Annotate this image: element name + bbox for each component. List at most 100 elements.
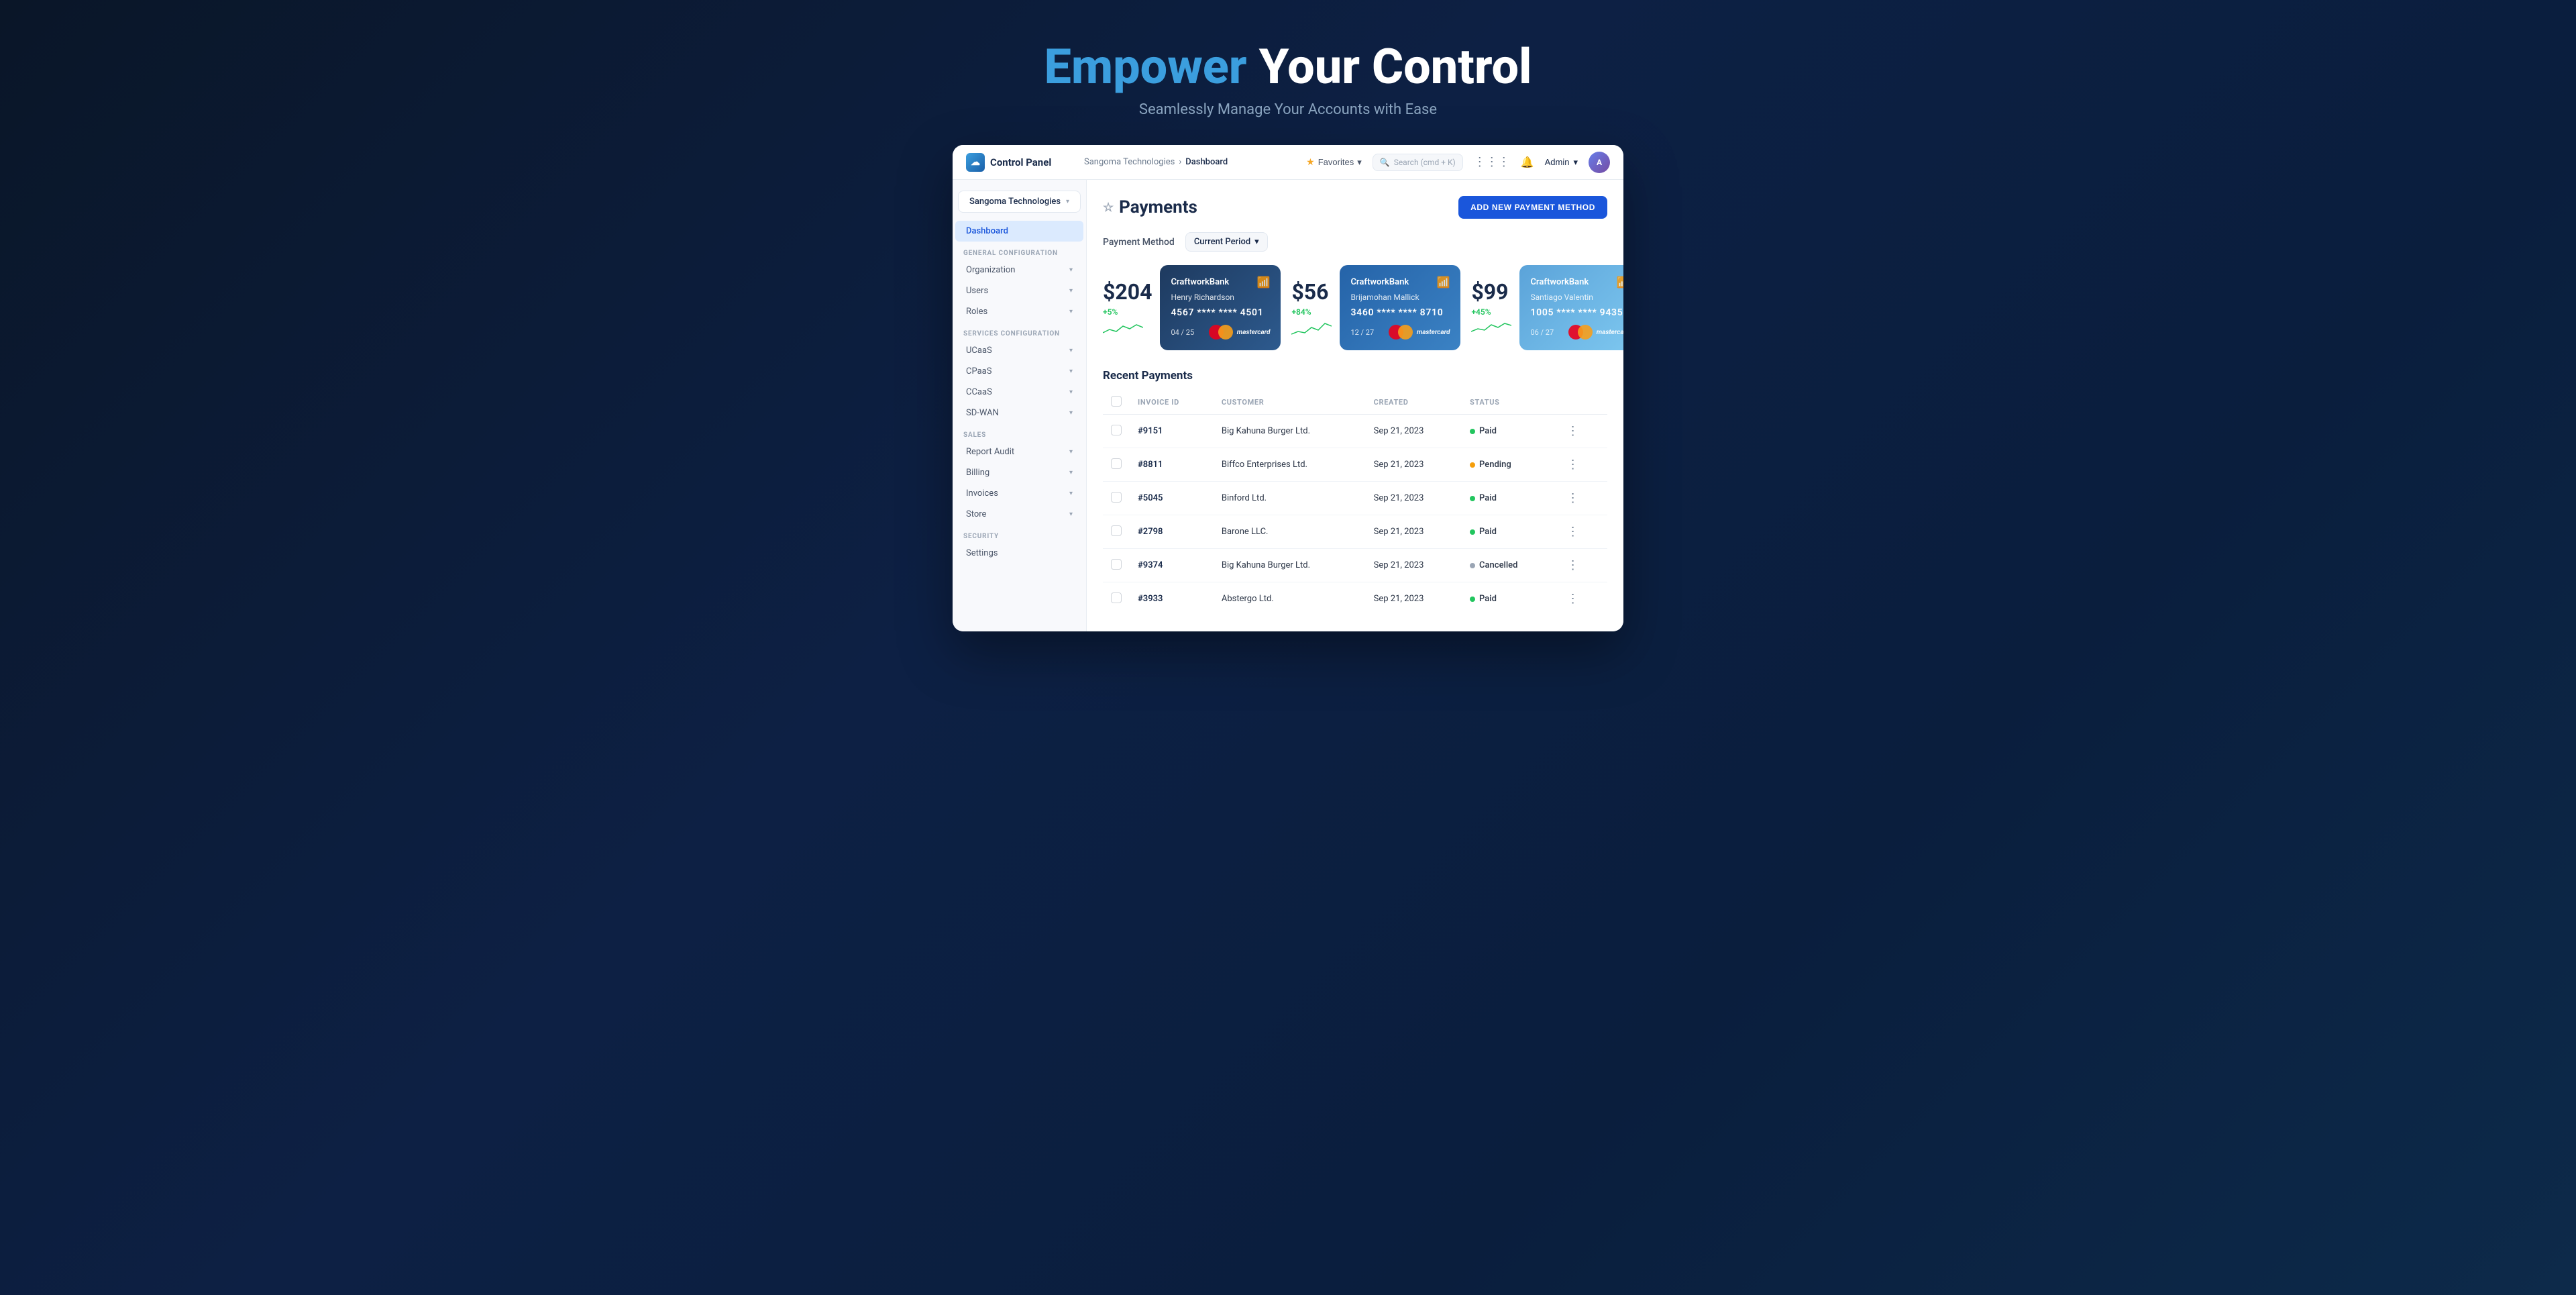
row-check-cell <box>1103 549 1130 582</box>
mc-brand-2: mastercard <box>1417 329 1450 336</box>
sidebar-item-billing[interactable]: Billing ▾ <box>955 462 1083 483</box>
sidebar-item-settings[interactable]: Settings <box>955 543 1083 564</box>
row-checkbox-5[interactable] <box>1111 592 1122 603</box>
card-footer-1: 04 / 25 mastercard <box>1171 325 1270 340</box>
card-expiry-1: 04 / 25 <box>1171 328 1194 337</box>
credit-card-1[interactable]: CraftworkBank 📶 Henry Richardson 4567 **… <box>1160 265 1281 350</box>
row-more-button-0[interactable]: ⋮ <box>1563 423 1583 439</box>
amount-change-2: +84% <box>1291 307 1311 317</box>
users-expand-icon: ▾ <box>1069 287 1073 295</box>
row-checkbox-3[interactable] <box>1111 525 1122 536</box>
favorites-button[interactable]: ★ Favorites ▾ <box>1306 156 1362 168</box>
amount-change-1: +5% <box>1103 307 1118 317</box>
table-header-row: INVOICE ID CUSTOMER CREATED STATUS <box>1103 391 1607 415</box>
status-dot <box>1470 597 1475 602</box>
sidebar-item-roles[interactable]: Roles ▾ <box>955 301 1083 322</box>
row-checkbox-2[interactable] <box>1111 492 1122 503</box>
sdwan-expand-icon: ▾ <box>1069 409 1073 417</box>
period-select[interactable]: Current Period ▾ <box>1185 232 1268 252</box>
sidebar-item-ccaas[interactable]: CCaaS ▾ <box>955 382 1083 403</box>
mini-chart-3 <box>1471 319 1511 336</box>
status-label: Paid <box>1479 426 1497 436</box>
add-payment-button[interactable]: ADD NEW PAYMENT METHOD <box>1458 196 1607 219</box>
sidebar-sdwan-label: SD-WAN <box>966 408 999 418</box>
card-bank-2: CraftworkBank 📶 <box>1350 276 1450 289</box>
sidebar-section-sales: SALES <box>953 423 1086 442</box>
sidebar-section-services: SERVICES CONFIGURATION <box>953 322 1086 340</box>
credit-card-3[interactable]: CraftworkBank 📶 Santiago Valentin 1005 *… <box>1519 265 1623 350</box>
admin-button[interactable]: Admin ▾ <box>1545 157 1578 168</box>
hero-section: Empower Your Control Seamlessly Manage Y… <box>1044 27 1532 118</box>
card-group-3: $99 +45% CraftworkBank 📶 Santiago Valent… <box>1471 265 1623 350</box>
period-label: Current Period <box>1194 237 1250 247</box>
grid-icon[interactable]: ⋮⋮⋮ <box>1474 155 1510 169</box>
sidebar-item-dashboard[interactable]: Dashboard <box>955 221 1083 242</box>
row-more-button-5[interactable]: ⋮ <box>1563 590 1583 607</box>
invoice-id-cell: #5045 <box>1130 482 1214 515</box>
org-expand-icon: ▾ <box>1069 266 1073 274</box>
select-all-checkbox[interactable] <box>1111 396 1122 407</box>
page-title-text: Payments <box>1119 197 1197 217</box>
row-more-button-4[interactable]: ⋮ <box>1563 557 1583 574</box>
status-label: Paid <box>1479 493 1497 503</box>
breadcrumb-separator: › <box>1179 157 1181 167</box>
actions-cell: ⋮ <box>1555 549 1607 582</box>
sidebar-item-users[interactable]: Users ▾ <box>955 280 1083 301</box>
status-dot <box>1470 563 1475 568</box>
favorites-chevron: ▾ <box>1357 157 1362 168</box>
status-cell: Paid <box>1462 515 1555 549</box>
card-group-1: $204 +5% CraftworkBank 📶 Henry Richardso… <box>1103 265 1281 350</box>
status-cell: Pending <box>1462 448 1555 482</box>
created-cell: Sep 21, 2023 <box>1366 582 1462 616</box>
row-check-cell <box>1103 515 1130 549</box>
amount-display-1: $204 +5% <box>1103 279 1152 336</box>
row-check-cell <box>1103 448 1130 482</box>
table-row: #3933 Abstergo Ltd. Sep 21, 2023 Paid ⋮ <box>1103 582 1607 616</box>
cpaas-expand-icon: ▾ <box>1069 368 1073 375</box>
sidebar-item-invoices[interactable]: Invoices ▾ <box>955 483 1083 504</box>
ucaas-expand-icon: ▾ <box>1069 347 1073 354</box>
row-checkbox-1[interactable] <box>1111 458 1122 469</box>
favorites-label: Favorites <box>1318 157 1354 167</box>
row-more-button-2[interactable]: ⋮ <box>1563 490 1583 507</box>
card-expiry-2: 12 / 27 <box>1350 328 1374 337</box>
mc-brand-1: mastercard <box>1237 329 1271 336</box>
breadcrumb: Sangoma Technologies › Dashboard <box>1084 157 1295 167</box>
card-holder-3: Santiago Valentin <box>1530 293 1623 302</box>
status-cell: Cancelled <box>1462 549 1555 582</box>
invoice-id-cell: #2798 <box>1130 515 1214 549</box>
page-favorite-icon[interactable]: ☆ <box>1103 201 1114 215</box>
org-selector[interactable]: Sangoma Technologies ▾ <box>958 191 1081 213</box>
sidebar-item-organization[interactable]: Organization ▾ <box>955 260 1083 280</box>
sidebar-item-report-audit[interactable]: Report Audit ▾ <box>955 442 1083 462</box>
col-check <box>1103 391 1130 415</box>
card-holder-2: Brijamohan Mallick <box>1350 293 1450 302</box>
row-checkbox-4[interactable] <box>1111 559 1122 570</box>
sidebar-item-sdwan[interactable]: SD-WAN ▾ <box>955 403 1083 423</box>
status-dot <box>1470 429 1475 434</box>
breadcrumb-parent[interactable]: Sangoma Technologies <box>1084 157 1175 167</box>
sidebar-item-store[interactable]: Store ▾ <box>955 504 1083 525</box>
row-more-button-1[interactable]: ⋮ <box>1563 456 1583 473</box>
search-box[interactable]: 🔍 Search (cmd + K) <box>1373 154 1463 171</box>
customer-cell: Biffco Enterprises Ltd. <box>1214 448 1366 482</box>
mastercard-logo-3: mastercard <box>1568 325 1623 340</box>
row-checkbox-0[interactable] <box>1111 425 1122 435</box>
page-header: ☆ Payments ADD NEW PAYMENT METHOD <box>1103 196 1607 219</box>
status-label: Paid <box>1479 594 1497 604</box>
customer-cell: Binford Ltd. <box>1214 482 1366 515</box>
credit-card-2[interactable]: CraftworkBank 📶 Brijamohan Mallick 3460 … <box>1340 265 1460 350</box>
mastercard-logo-1: mastercard <box>1209 325 1271 340</box>
payment-method-label: Payment Method <box>1103 237 1175 248</box>
main-content: ☆ Payments ADD NEW PAYMENT METHOD Paymen… <box>1087 180 1623 631</box>
sidebar-roles-label: Roles <box>966 307 987 317</box>
sidebar-item-ucaas[interactable]: UCaaS ▾ <box>955 340 1083 361</box>
billing-expand-icon: ▾ <box>1069 469 1073 476</box>
sidebar-item-cpaas[interactable]: CPaaS ▾ <box>955 361 1083 382</box>
bell-icon[interactable]: 🔔 <box>1521 156 1534 168</box>
card-number-2: 3460 **** **** 8710 <box>1350 307 1450 318</box>
hero-title-highlight: Empower <box>1044 38 1247 95</box>
table-row: #9151 Big Kahuna Burger Ltd. Sep 21, 202… <box>1103 415 1607 448</box>
row-more-button-3[interactable]: ⋮ <box>1563 523 1583 540</box>
col-status: STATUS <box>1462 391 1555 415</box>
